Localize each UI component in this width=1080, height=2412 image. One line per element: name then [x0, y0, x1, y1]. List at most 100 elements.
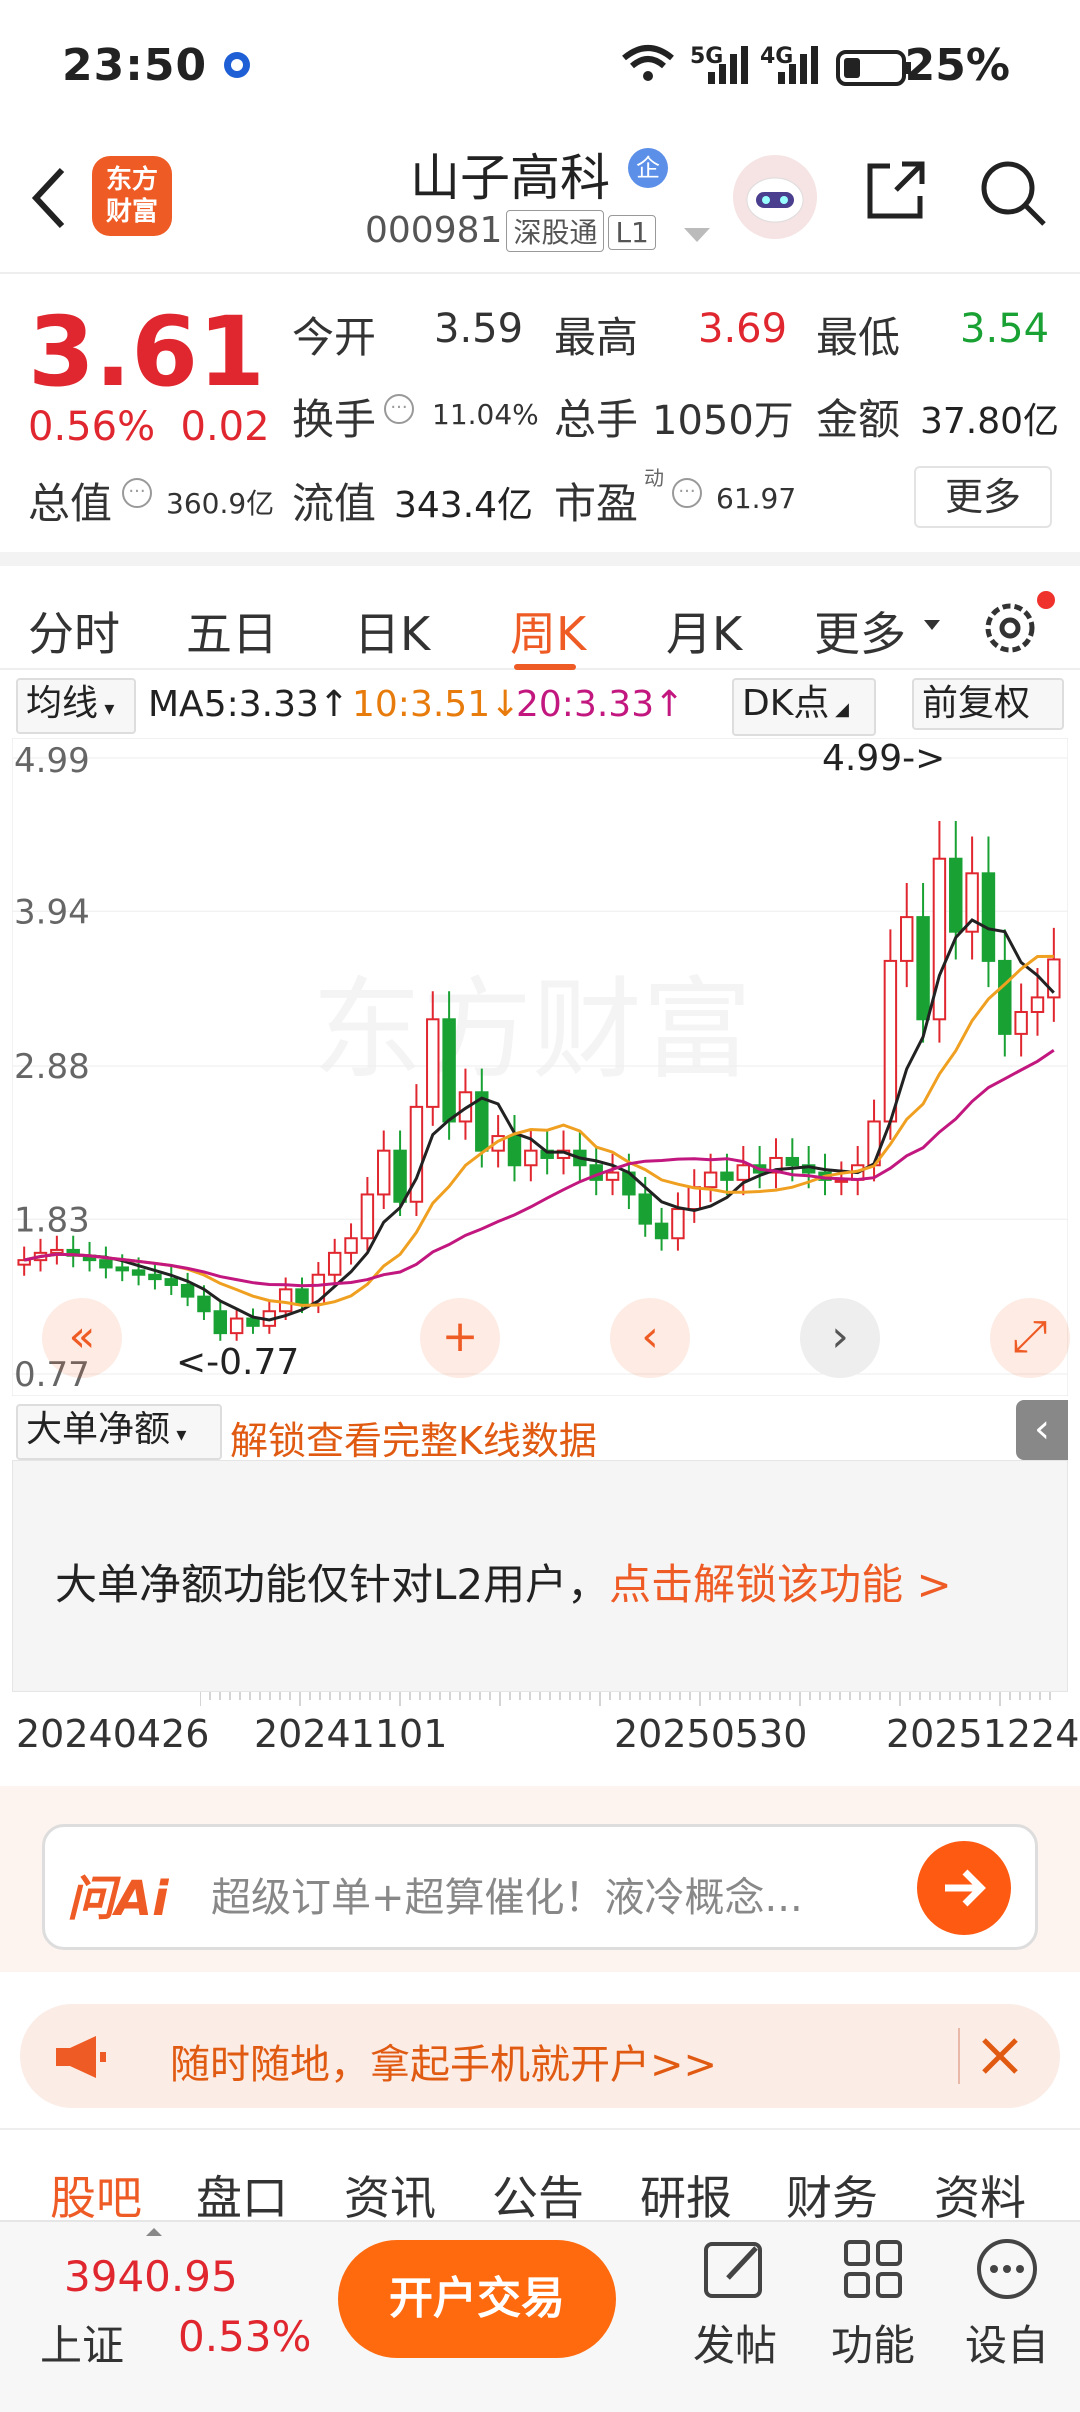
tab-more[interactable]: 更多 [814, 598, 906, 664]
volume-value: 1050万 [652, 398, 794, 444]
banner-divider [958, 2028, 960, 2084]
date-tick-marks [200, 1692, 1051, 1706]
candle-body [671, 1208, 685, 1240]
info-dots-icon[interactable]: ··· [672, 478, 702, 508]
close-icon[interactable] [978, 2034, 1022, 2078]
stock-header: 东方 财富 山子高科 企 000981 深股通 L1 [0, 130, 1080, 270]
candle-body [180, 1283, 195, 1298]
candle-body [327, 1251, 342, 1276]
y-tick-label: 1.83 [14, 1200, 90, 1240]
big-deal-selector[interactable]: 大单净额 ▾ [16, 1404, 222, 1460]
tab-research[interactable]: 研报 [640, 2162, 732, 2228]
y-tick-label: 4.99 [14, 741, 90, 781]
zoom-in-icon[interactable]: + [420, 1298, 500, 1378]
functions-button[interactable]: 功能 [818, 2236, 928, 2373]
wifi-icon [622, 45, 674, 81]
date-tick-3: 20250530 [614, 1712, 808, 1756]
settings-gear-icon[interactable] [978, 590, 1058, 660]
big-deal-notice-panel: 大单净额功能仅针对L2用户，点击解锁该功能 > [12, 1460, 1068, 1692]
volume-label: 总手 [554, 395, 639, 444]
info-dots-icon[interactable]: ··· [384, 394, 414, 424]
tab-announcements[interactable]: 公告 [492, 2162, 584, 2228]
tab-orderbook[interactable]: 盘口 [196, 2162, 288, 2228]
chevron-left-icon[interactable]: ‹ [610, 1298, 690, 1378]
chevron-right-icon[interactable]: › [800, 1298, 880, 1378]
low-value: 3.54 [960, 306, 1050, 352]
mcap-label: 总值 [28, 479, 113, 528]
fullscreen-icon[interactable]: ⤢ [990, 1298, 1070, 1378]
last-price: 3.61 [28, 296, 265, 408]
collapse-arrow-icon[interactable]: ‹ [1016, 1400, 1068, 1460]
custom-button[interactable]: 设自 [952, 2236, 1062, 2373]
quote-panel: 3.61 0.56% 0.02 今开 3.59 最高 3.69 最低 3.54 … [0, 272, 1080, 552]
post-button[interactable]: 发帖 [680, 2236, 790, 2373]
tab-weekly-k[interactable]: 周K [510, 598, 586, 664]
candle-body [278, 1288, 293, 1313]
tab-profile[interactable]: 资料 [934, 2162, 1026, 2228]
info-dots-icon[interactable]: ··· [122, 478, 152, 508]
tab-forum[interactable]: 股吧 [50, 2162, 142, 2228]
turnover-label: 换手 [292, 395, 377, 444]
open-account-trade-button[interactable]: 开户交易 [338, 2240, 616, 2358]
search-icon[interactable] [978, 158, 1048, 228]
float-label: 流值 [292, 479, 377, 528]
candle-body [916, 916, 930, 1021]
battery-icon [836, 50, 911, 86]
adjust-selector[interactable]: 前复权 [912, 678, 1064, 730]
megaphone-icon [56, 2036, 106, 2078]
caret-up-icon[interactable] [144, 2226, 164, 2238]
tab-monthly-k[interactable]: 月K [666, 598, 742, 664]
unlock-kline-link[interactable]: 解锁查看完整K线数据 [230, 1410, 597, 1465]
watermark: 东方财富 [312, 966, 752, 1094]
candle-body [654, 1222, 669, 1240]
price-change-row: 0.56% 0.02 [28, 404, 270, 450]
ai-robot-avatar-icon[interactable] [730, 152, 820, 242]
candle-body [524, 1149, 538, 1167]
content-tabs: 股吧 盘口 资讯 公告 研报 财务 资料 [0, 2128, 1080, 2225]
back-arrow-icon[interactable] [28, 166, 68, 230]
candle-body [687, 1186, 701, 1211]
battery-percent: 25% [904, 40, 1010, 91]
max-annotation: 4.99-> [822, 738, 945, 779]
ma10-value: 10:3.51↓ [352, 684, 521, 725]
dropdown-triangle-icon[interactable] [682, 226, 712, 246]
ai-search-box[interactable]: 问Ai 超级订单+超算催化！液冷概念... [42, 1824, 1038, 1950]
candle-body [295, 1288, 309, 1305]
tab-daily-k[interactable]: 日K [354, 598, 430, 664]
candle-body [736, 1164, 751, 1181]
candle-body [981, 872, 996, 962]
index-value[interactable]: 3940.95 [64, 2252, 238, 2301]
active-tab-underline [514, 664, 576, 670]
status-time: 23:50 [62, 40, 208, 91]
more-quote-button[interactable]: 更多 [914, 466, 1052, 528]
share-icon[interactable] [860, 156, 930, 226]
app-notification-icon [224, 52, 250, 78]
connect-tag: 深股通 [506, 210, 605, 252]
amount-label: 金额 [816, 395, 901, 444]
float-value: 343.4亿 [394, 485, 534, 526]
stock-code: 000981 [365, 210, 503, 251]
date-tick-2: 20241101 [254, 1712, 448, 1756]
tab-financials[interactable]: 财务 [786, 2162, 878, 2228]
kline-chart[interactable]: 东方财富 4.99 3.94 2.88 1.83 0.77 4.99-> <-0.77 … [11, 737, 1070, 1397]
ma-indicator-bar: 均线 ▾ MA5:3.33↑ 10:3.51↓ 20:3.33↑ DK点 ◢ 前… [0, 672, 1080, 736]
candle-body [50, 1248, 64, 1254]
tab-five-day[interactable]: 五日 [186, 598, 278, 664]
scroll-left-double-icon[interactable]: « [42, 1298, 122, 1378]
big-deal-bar: 大单净额 ▾ 解锁查看完整K线数据 ‹ [0, 1396, 1080, 1463]
candle-body [720, 1171, 734, 1181]
more-dots-icon [977, 2239, 1037, 2299]
tab-intraday[interactable]: 分时 [28, 598, 120, 664]
dk-point-selector[interactable]: DK点 ◢ [732, 678, 876, 736]
tab-news[interactable]: 资讯 [344, 2162, 436, 2228]
candle-body [213, 1310, 228, 1335]
stock-code-row: 000981 深股通 L1 [365, 210, 656, 252]
y-tick-label: 3.94 [14, 892, 90, 932]
unlock-feature-link[interactable]: 点击解锁该功能 > [609, 1560, 952, 1609]
ma20-value: 20:3.33↑ [516, 684, 685, 725]
ai-submit-button[interactable] [917, 1841, 1011, 1935]
open-account-banner[interactable]: 随时随地，拿起手机就开户>> [20, 2004, 1060, 2108]
candle-body [246, 1317, 260, 1327]
open-label: 今开 [292, 313, 377, 362]
ma-selector[interactable]: 均线 ▾ [16, 678, 136, 734]
